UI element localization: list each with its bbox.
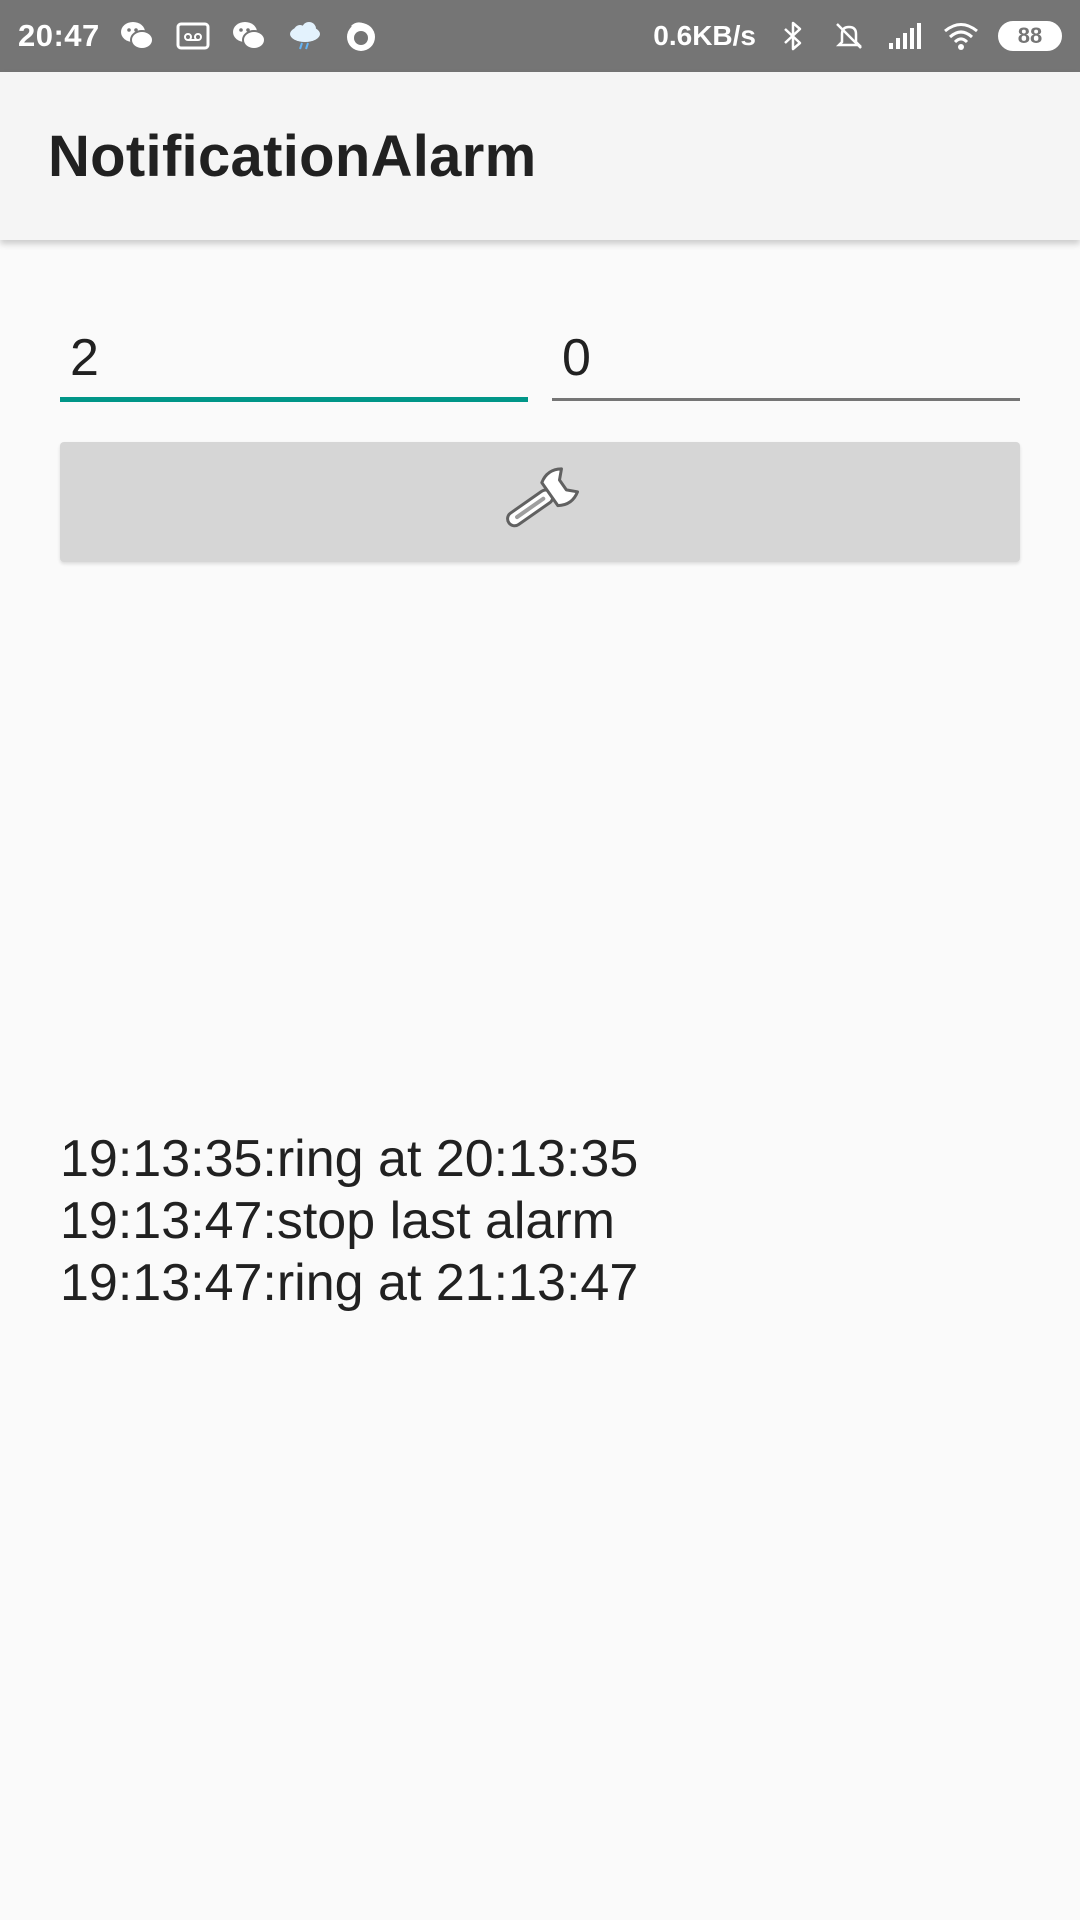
set-alarm-button[interactable] [60,442,1020,562]
log-line: 19:13:47:stop last alarm [60,1192,615,1250]
alarm-log: 19:13:35:ring at 20:13:35 19:13:47:stop … [60,1128,1020,1314]
hours-input[interactable] [60,318,528,398]
log-line: 19:13:47:ring at 21:13:47 [60,1254,639,1312]
battery-icon: 88 [998,21,1062,51]
minutes-field[interactable] [552,318,1020,402]
battery-level: 88 [1017,23,1043,48]
minutes-input[interactable] [552,318,1020,398]
wifi-icon [942,17,980,55]
log-line: 19:13:35:ring at 20:13:35 [60,1130,639,1188]
wrench-icon [494,465,586,540]
status-time: 20:47 [18,18,100,53]
voicemail-icon [174,17,212,55]
app-title: NotificationAlarm [48,123,537,189]
bell-muted-icon [830,17,868,55]
network-speed: 0.6KB/s [653,20,756,51]
cloud-rain-icon [286,17,324,55]
wechat-icon [230,17,268,55]
wechat-icon [118,17,156,55]
app-bar: NotificationAlarm [0,72,1080,240]
signal-icon [886,17,924,55]
status-bar: 20:47 0.6KB/s 88 [0,0,1080,72]
hours-underline [60,397,528,402]
hours-field[interactable] [60,318,528,402]
status-bar-left: 20:47 [18,17,380,55]
bluetooth-icon [774,17,812,55]
firefox-icon [342,17,380,55]
minutes-underline [552,398,1020,401]
status-bar-right: 0.6KB/s 88 [653,17,1062,55]
